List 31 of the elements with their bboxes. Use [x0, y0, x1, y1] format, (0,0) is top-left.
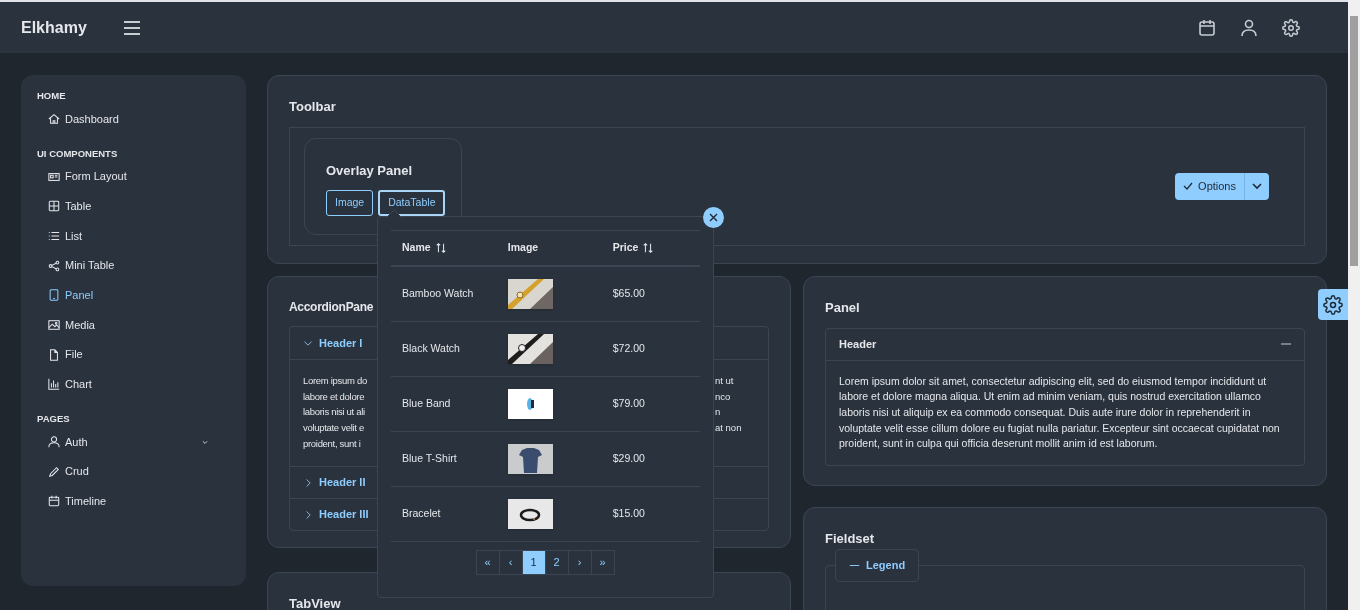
accordion-text: nco: [715, 389, 732, 404]
table-cell-text: Black Watch: [402, 341, 461, 357]
accordion-text: nt ut: [715, 374, 735, 388]
section-title: HOME: [37, 88, 67, 103]
table-cell-text: $15.00: [612, 506, 646, 522]
card-title: Toolbar: [289, 98, 337, 116]
table-cell-text: $29.00: [612, 451, 646, 467]
panel-text: Lorem ipsum dolor sit amet, consectetur adipiscing elit, sed do eiusmod tempor incididunt ut labore et dolore magna aliqua. Ut enim ad minim veniam, quis nostrud exercitation ullamco laboris nisi ut aliquip ex ea commodo consequat. Duis aute irure dolor in reprehenderit in voluptate velit esse cillum dolore eu fugiat nulla pariatur. Excepteur sint occaecat cupidatat non proident, sunt in culpa qui officia deserunt mollit anim id est laborum.: [838, 373, 1281, 452]
brand-title: Elkhamy: [21, 17, 88, 38]
accordion-text: proident, sunt i: [303, 436, 362, 451]
card-title: Fieldset: [825, 530, 876, 548]
accordion-text: at non: [715, 421, 742, 436]
table-cell-text: $65.00: [612, 286, 646, 302]
table-cell-text: Bamboo Watch: [402, 286, 475, 302]
table-cell-text: $72.00: [612, 341, 646, 357]
panel-header: Header: [839, 336, 877, 352]
table-cell-text: $79.00: [612, 396, 646, 412]
accordion-text: Lorem ipsum do: [303, 374, 368, 388]
table-cell-text: Blue T-Shirt: [402, 451, 458, 467]
card-subtitle: Overlay Panel: [326, 161, 413, 180]
card-title: TabView: [289, 595, 342, 610]
accordion-text: n: [715, 405, 722, 420]
accordion-text: labore et dolore: [303, 389, 366, 404]
section-title: PAGES: [37, 412, 71, 427]
card-title: AccordionPane: [289, 299, 375, 316]
accordion-text: voluptate velit e: [303, 421, 365, 436]
table-cell-text: Blue Band: [402, 396, 452, 412]
table-cell-text: Bracelet: [402, 506, 442, 522]
card-title: Panel: [825, 299, 861, 317]
accordion-text: laboris nisi ut ali: [303, 405, 366, 420]
section-title: UI COMPONENTS: [37, 146, 119, 161]
